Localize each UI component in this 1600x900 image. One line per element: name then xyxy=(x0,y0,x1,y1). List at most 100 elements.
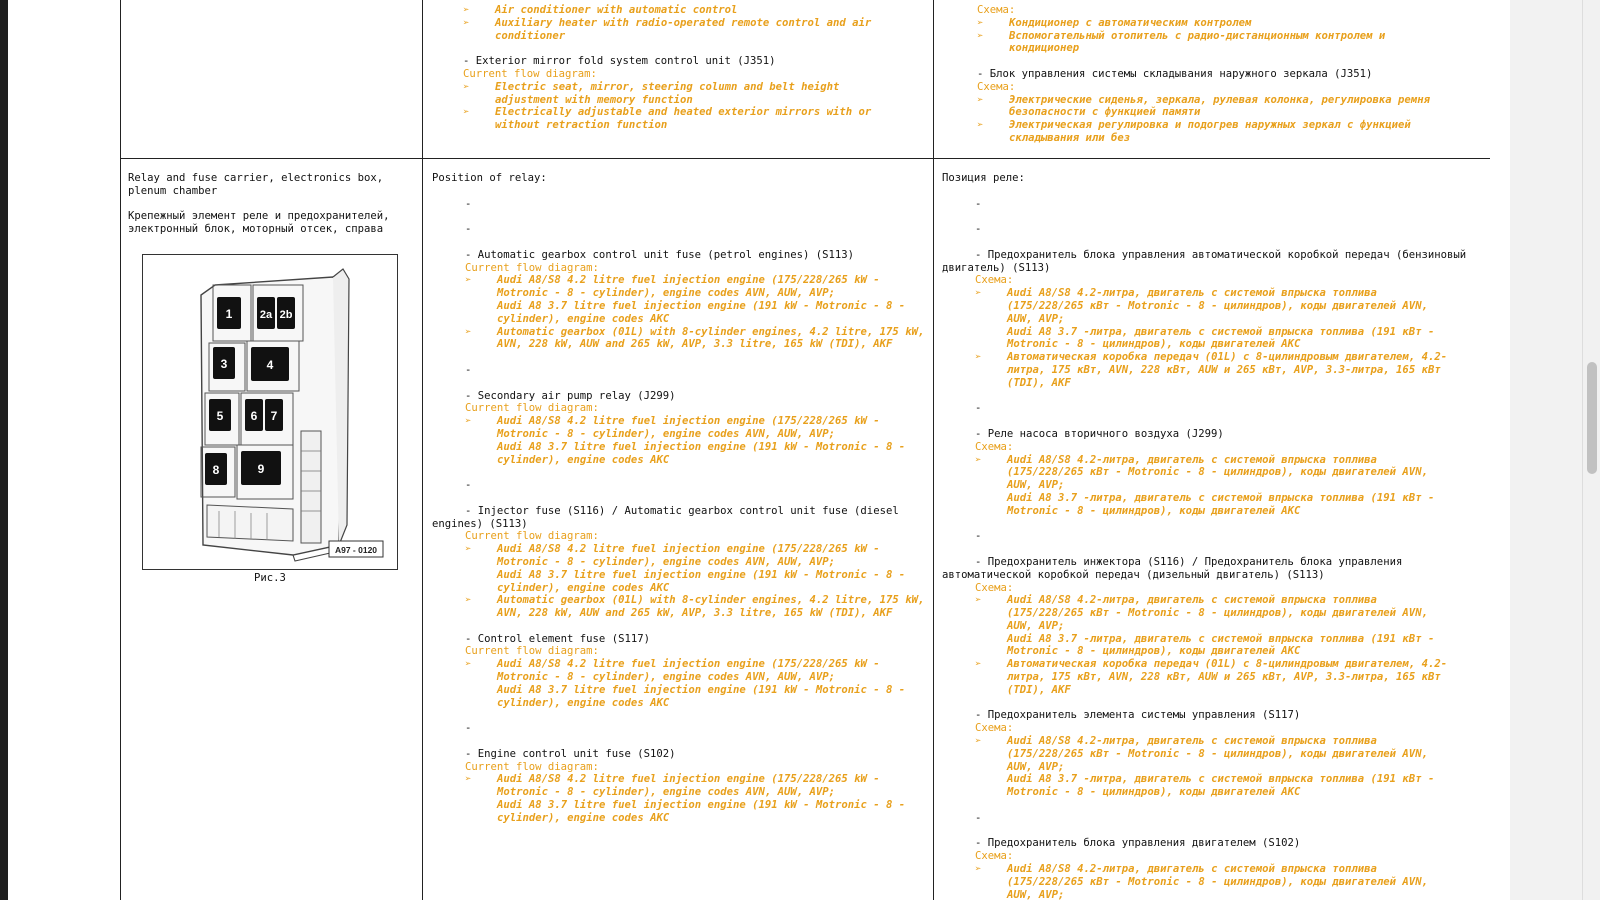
list-subitem: Audi A8 3.7 litre fuel injection engine … xyxy=(497,799,906,824)
list-subitem: Audi A8 3.7 litre fuel injection engine … xyxy=(497,299,906,325)
list-item: ➢ Audi A8/S8 4.2 litre fuel injection eng… xyxy=(465,415,880,440)
position-label: Position of relay: xyxy=(432,172,547,184)
section-heading: - Предохранитель инжектора (S116) / Пред… xyxy=(942,555,1403,581)
empty-position: - xyxy=(975,197,982,210)
flow-label: Current flow diagram: xyxy=(465,645,599,658)
relay-number: 9 xyxy=(258,462,265,476)
relay-number: 1 xyxy=(226,307,233,321)
list-item: ➢ Электрические сиденья, зеркала, рулевая… xyxy=(977,93,1430,119)
list-item: ➢ Electrically adjustable and heated exte… xyxy=(463,106,872,132)
empty-position: - xyxy=(465,479,472,492)
empty-position: - xyxy=(975,811,982,824)
component-title-en: Relay and fuse carrier, electronics box,… xyxy=(128,172,384,197)
list-item: ➢ Audi A8/S8 4.2-литра, двигатель с систе… xyxy=(975,594,1428,632)
russian-column: Позиция реле: - - - Предохранитель блока… xyxy=(942,172,1502,900)
bullet-icon: ➢ xyxy=(977,29,984,42)
list-subitem: Audi A8 3.7 litre fuel injection engine … xyxy=(497,568,906,594)
bullet-icon: ➢ xyxy=(975,863,982,876)
flow-label: Схема: xyxy=(975,274,1014,287)
top-cell-ru: Схема: ➢ Кондиционер с автоматическим кон… xyxy=(977,4,1447,145)
empty-position: - xyxy=(465,223,472,236)
vertical-scrollbar[interactable] xyxy=(1582,0,1600,900)
bullet-icon: ➢ xyxy=(975,594,982,607)
relay-number: 3 xyxy=(221,357,228,371)
list-item: ➢ Air conditioner with automatic control xyxy=(463,4,738,16)
bullet-icon: ➢ xyxy=(463,80,470,93)
scrollbar-thumb[interactable] xyxy=(1587,362,1597,474)
flow-label: Схема: xyxy=(975,440,1014,453)
flow-label: Current flow diagram: xyxy=(465,402,599,415)
list-item: ➢ Automatic gearbox (01L) with 8-cylinder… xyxy=(465,325,925,351)
flow-label: Схема: xyxy=(975,850,1014,863)
left-window-edge xyxy=(0,0,8,900)
column-divider-2 xyxy=(933,0,934,900)
section-heading: - Exterior mirror fold system control un… xyxy=(463,55,776,68)
empty-position: - xyxy=(465,197,472,210)
bullet-icon: ➢ xyxy=(977,93,984,106)
list-item: ➢ Audi A8/S8 4.2-литра, двигатель с систе… xyxy=(975,863,1428,900)
flow-label: Current flow diagram: xyxy=(465,530,599,543)
list-item: ➢ Audi A8/S8 4.2 litre fuel injection eng… xyxy=(465,658,880,684)
bullet-icon: ➢ xyxy=(465,658,472,671)
bullet-icon: ➢ xyxy=(465,325,472,338)
empty-position: - xyxy=(975,402,982,415)
relay-number: 4 xyxy=(267,358,274,372)
flow-label: Схема: xyxy=(977,80,1016,93)
list-subitem: Audi A8 3.7 -литра, двигатель с системой… xyxy=(1007,325,1435,351)
bullet-icon: ➢ xyxy=(463,4,470,16)
section-heading: - Control element fuse (S117) xyxy=(465,632,650,645)
list-item: ➢ Audi A8/S8 4.2 litre fuel injection eng… xyxy=(465,543,880,568)
top-cell-en: ➢ Air conditioner with automatic control … xyxy=(463,4,908,132)
bullet-icon: ➢ xyxy=(975,735,982,748)
list-item: ➢ Электрическая регулировка и подогрев на… xyxy=(977,119,1411,144)
relay-number: 7 xyxy=(271,409,278,423)
bullet-icon: ➢ xyxy=(977,16,984,29)
list-item: ➢ Auxiliary heater with radio-operated re… xyxy=(463,16,872,42)
list-subitem: Audi A8 3.7 -литра, двигатель с системой… xyxy=(1007,632,1435,658)
flow-label: Схема: xyxy=(975,722,1014,735)
flow-label: Схема: xyxy=(977,4,1016,16)
figure-id-label: A97 - 0120 xyxy=(335,545,377,555)
bullet-icon: ➢ xyxy=(463,106,470,119)
empty-position: - xyxy=(465,722,472,735)
section-heading: - Предохранитель блока управления двигат… xyxy=(975,837,1301,850)
empty-position: - xyxy=(975,530,982,543)
relay-number: 2b xyxy=(280,309,293,321)
bullet-icon: ➢ xyxy=(975,351,982,364)
section-heading: - Предохранитель элемента системы управл… xyxy=(975,709,1301,722)
list-item: ➢ Audi A8/S8 4.2-литра, двигатель с систе… xyxy=(975,735,1428,773)
list-item: ➢ Electric seat, mirror, steering column … xyxy=(463,80,840,106)
bullet-icon: ➢ xyxy=(465,594,472,607)
empty-position: - xyxy=(975,223,982,236)
bullet-icon: ➢ xyxy=(465,274,472,287)
list-item: ➢ Audi A8/S8 4.2-литра, двигатель с систе… xyxy=(975,287,1428,325)
list-item: ➢ Автоматическая коробка передач (01L) с … xyxy=(975,351,1448,389)
relay-number: 5 xyxy=(217,409,224,423)
bullet-icon: ➢ xyxy=(465,415,472,428)
relay-carrier-drawing: 1 2a 2b 3 4 5 6 7 8 9 A97 - 0120 xyxy=(200,268,384,562)
relay-number: 2a xyxy=(260,309,273,321)
list-subitem: Audi A8 3.7 -литра, двигатель с системой… xyxy=(1007,491,1435,517)
left-cell: Relay and fuse carrier, electronics box,… xyxy=(128,172,413,892)
list-item: ➢ Кондиционер с автоматическим контролем xyxy=(977,16,1252,29)
component-title-ru: Крепежный элемент реле и предохранителей… xyxy=(128,210,390,236)
figure-caption: Рис.3 xyxy=(254,572,286,584)
bullet-icon: ➢ xyxy=(463,16,470,29)
section-heading: - Предохранитель блока управления автома… xyxy=(942,248,1467,274)
list-item: ➢ Audi A8/S8 4.2-литра, двигатель с систе… xyxy=(975,453,1428,492)
bullet-icon: ➢ xyxy=(465,543,472,556)
list-item: ➢ Automatic gearbox (01L) with 8-cylinder… xyxy=(465,594,925,620)
section-heading: - Secondary air pump relay (J299) xyxy=(465,389,676,402)
list-subitem: Audi A8 3.7 -литра, двигатель с системой… xyxy=(1007,773,1435,799)
bullet-icon: ➢ xyxy=(975,287,982,300)
bullet-icon: ➢ xyxy=(975,658,982,671)
list-item: ➢ Автоматическая коробка передач (01L) с … xyxy=(975,658,1448,696)
relay-carrier-figure: 1 2a 2b 3 4 5 6 7 8 9 A97 - 0120 xyxy=(142,254,398,570)
flow-label: Current flow diagram: xyxy=(465,760,599,773)
bullet-icon: ➢ xyxy=(975,453,982,466)
list-item: ➢ Вспомогательный отопитель с радио-диста… xyxy=(977,29,1386,55)
position-label: Позиция реле: xyxy=(942,172,1025,184)
row-divider xyxy=(120,158,1490,159)
bullet-icon: ➢ xyxy=(977,119,984,132)
list-item: ➢ Audi A8/S8 4.2 litre fuel injection eng… xyxy=(465,274,880,300)
